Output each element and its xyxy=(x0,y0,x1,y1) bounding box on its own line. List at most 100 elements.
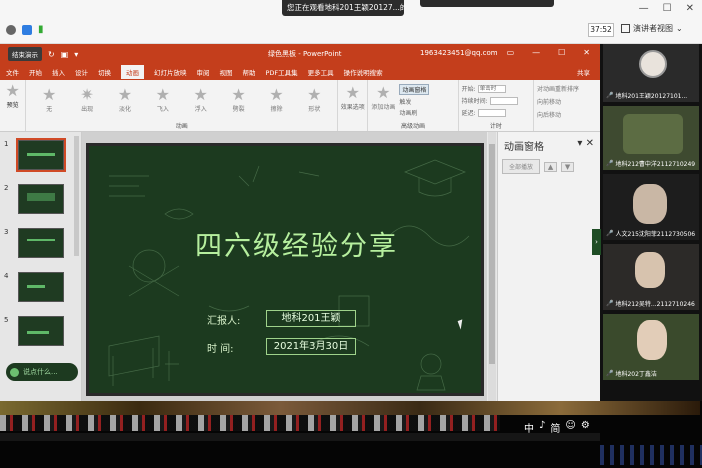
video-tile[interactable]: 🎤 地科201王颖20127101... xyxy=(603,44,699,102)
time-label: 时 间: xyxy=(207,344,234,355)
duration-label: 持续时间: xyxy=(461,98,488,105)
video-tile[interactable]: 🎤 地科202丁鑫洁 xyxy=(603,314,699,380)
collapse-video-strip-button[interactable]: › xyxy=(592,229,601,255)
account-email[interactable]: 1963423451@qq.com xyxy=(420,49,498,57)
thumbnail-row[interactable]: 4 xyxy=(4,272,64,302)
thumbnail-scrollbar[interactable] xyxy=(74,136,79,256)
thumbnail-row[interactable]: 2 xyxy=(4,184,64,214)
ppt-minimize-icon[interactable]: — xyxy=(532,48,540,57)
trigger-button[interactable]: 触发 xyxy=(399,97,411,106)
screen-share-banner[interactable]: 您正在观看地科201王颖20127...的屏幕 xyxy=(282,0,404,16)
glitch-band xyxy=(0,401,700,415)
star-icon: ★ xyxy=(231,85,246,104)
ribbon-tabs: 文件 开始 插入 设计 切换 动画 幻灯片放映 审阅 视图 帮助 PDF工具集 … xyxy=(0,64,600,80)
reporter-value-box[interactable]: 地科201王颖 xyxy=(266,310,356,327)
slide-number: 1 xyxy=(4,140,9,148)
tab-pdf-tools[interactable]: PDF工具集 xyxy=(266,67,298,77)
play-all-button[interactable]: 全部播放 xyxy=(502,159,541,174)
delay-label: 延迟: xyxy=(461,110,476,117)
ime-emoji-icon[interactable]: ☺ xyxy=(565,420,575,435)
duration-input[interactable] xyxy=(489,96,518,105)
slide-number: 4 xyxy=(4,272,9,280)
slide-thumbnail[interactable] xyxy=(18,272,64,302)
current-slide[interactable]: 四六级经验分享 汇报人: 地科201王颖 时 间: 2021年3月30日 xyxy=(86,143,484,396)
preview-button[interactable]: ★ 预览 xyxy=(0,80,27,131)
ime-toolbar: 中 ♪ 简 ☺ ⚙ xyxy=(524,420,590,435)
ppt-close-icon[interactable]: ✕ xyxy=(583,48,590,57)
thumbnail-row[interactable]: 3 xyxy=(4,228,64,258)
minimize-icon[interactable]: — xyxy=(639,3,649,14)
tab-review[interactable]: 审阅 xyxy=(197,67,210,77)
tab-home[interactable]: 开始 xyxy=(29,67,42,77)
presenter-view-button[interactable]: 演讲者视图 ⌄ xyxy=(621,23,683,34)
slide-thumbnail[interactable] xyxy=(18,184,64,214)
slide-thumbnail[interactable] xyxy=(16,138,66,172)
animation-pane-button[interactable]: 动画窗格 xyxy=(399,84,430,95)
anim-label: 擦除 xyxy=(270,106,283,113)
move-up-icon[interactable]: ▲ xyxy=(544,161,558,172)
ribbon-display-icon[interactable]: ▭ xyxy=(507,48,515,57)
slide-title[interactable]: 四六级经验分享 xyxy=(195,224,398,263)
video-tile[interactable]: 🎤 地科212吴特...2112710246 xyxy=(603,244,699,310)
stop-presenting-button[interactable]: 结束演示 xyxy=(8,47,42,61)
start-select[interactable]: 单击时 xyxy=(477,84,506,93)
tab-animations[interactable]: 动画 xyxy=(121,65,144,79)
advanced-animation-group: ★ 添加动画 动画窗格 触发 动画刷 高级动画 xyxy=(368,80,459,131)
star-icon: ★ xyxy=(269,85,284,104)
participant-name: 地科212吴特...2112710246 xyxy=(615,301,695,308)
move-later-button[interactable]: 向后移动 xyxy=(537,110,597,119)
move-earlier-button[interactable]: 向前移动 xyxy=(537,97,597,106)
chat-input-bubble[interactable]: 说点什么... xyxy=(6,363,78,381)
tell-me-search[interactable]: 操作说明搜索 xyxy=(344,67,383,77)
ppt-restore-icon[interactable]: ☐ xyxy=(558,48,565,57)
tab-insert[interactable]: 插入 xyxy=(52,67,65,77)
ime-simplified[interactable]: 简 xyxy=(550,420,560,435)
customize-icon[interactable]: ▾ xyxy=(74,50,78,59)
tab-design[interactable]: 设计 xyxy=(75,67,88,77)
animation-pane: 动画窗格 ▾ ✕ 全部播放 ▲ ▼ xyxy=(497,132,600,401)
slide-number: 2 xyxy=(4,184,9,192)
shield-icon[interactable] xyxy=(22,24,32,35)
anim-label: 出现 xyxy=(81,106,94,113)
timing-group: 开始: 单击时 持续时间: 延迟: 计时 xyxy=(459,80,535,131)
mic-icon: 🎤 xyxy=(606,230,614,237)
ime-punct[interactable]: ♪ xyxy=(539,420,545,435)
anim-label: 浮入 xyxy=(194,106,207,113)
slide-scrollbar[interactable] xyxy=(488,132,496,401)
document-title: 绿色黑板 - PowerPoint xyxy=(268,50,342,58)
pane-close-icon[interactable]: ▾ ✕ xyxy=(577,138,594,153)
participant-name: 地科202丁鑫洁 xyxy=(615,371,657,378)
info-icon[interactable] xyxy=(6,24,16,35)
tab-transitions[interactable]: 切换 xyxy=(98,67,111,77)
animation-painter-button[interactable]: 动画刷 xyxy=(399,108,417,117)
time-value-box[interactable]: 2021年3月30日 xyxy=(266,338,356,355)
tab-slideshow[interactable]: 幻灯片放映 xyxy=(154,67,187,77)
ime-chinese[interactable]: 中 xyxy=(524,420,534,435)
maximize-icon[interactable]: ☐ xyxy=(663,3,672,14)
tab-help[interactable]: 帮助 xyxy=(243,67,256,77)
tab-file[interactable]: 文件 xyxy=(6,67,19,77)
redo-icon[interactable]: ↻ xyxy=(48,50,55,59)
glitch-band xyxy=(0,433,600,441)
add-star-icon: ★ xyxy=(376,83,391,102)
thumbnail-row[interactable]: 5 xyxy=(4,316,64,346)
tab-view[interactable]: 视图 xyxy=(220,67,233,77)
tab-more-tools[interactable]: 更多工具 xyxy=(308,67,334,77)
powerpoint-window: 结束演示 ↻ ▣ ▾ 绿色黑板 - PowerPoint 1963423451@… xyxy=(0,44,600,401)
slide-thumbnail[interactable] xyxy=(18,228,64,258)
delay-input[interactable] xyxy=(477,108,506,117)
present-icon[interactable]: ▣ xyxy=(61,50,69,59)
share-button[interactable]: 共享 xyxy=(577,67,590,77)
group-label-advanced: 高级动画 xyxy=(400,123,425,130)
mic-icon: 🎤 xyxy=(606,300,614,307)
close-icon[interactable]: ✕ xyxy=(686,3,694,14)
move-down-icon[interactable]: ▼ xyxy=(561,161,575,172)
anim-label: 无 xyxy=(46,106,53,113)
effect-options-button[interactable]: ★ 效果选项 xyxy=(338,80,369,131)
video-tile[interactable]: 🎤 地科212曹中洋2112710249 xyxy=(603,106,699,170)
ime-settings-icon[interactable]: ⚙ xyxy=(581,420,590,435)
anim-label: 淡化 xyxy=(118,106,131,113)
slide-thumbnail[interactable] xyxy=(18,316,64,346)
thumbnail-row[interactable]: 1 xyxy=(4,138,66,172)
video-tile[interactable]: 🎤 人文215沈阳菲2112730506 xyxy=(603,174,699,240)
